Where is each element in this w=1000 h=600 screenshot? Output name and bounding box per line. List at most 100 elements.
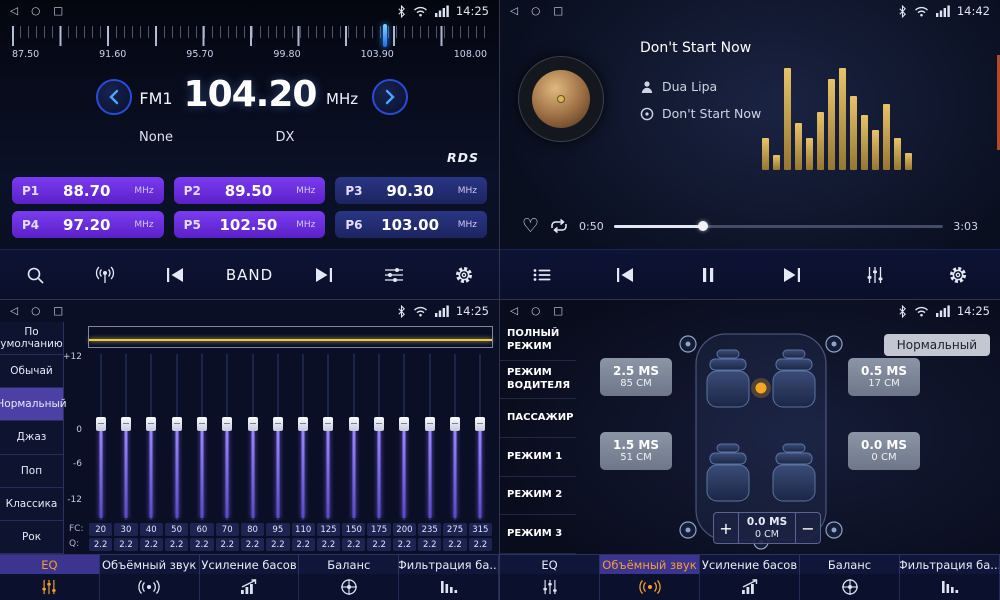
eq-slider-handle[interactable] xyxy=(399,417,409,431)
eq-preset-item[interactable]: Поп xyxy=(0,455,63,488)
recents-icon[interactable]: □ xyxy=(53,5,63,17)
repeat-icon[interactable] xyxy=(549,218,569,234)
filter-tab-icon-cell[interactable] xyxy=(399,574,499,600)
recents-icon[interactable]: □ xyxy=(553,305,563,317)
pause-button[interactable] xyxy=(689,266,727,284)
next-station-button[interactable] xyxy=(305,266,343,284)
radio-preset[interactable]: P4 97.20 MHz xyxy=(12,211,164,238)
eq-band-slider[interactable] xyxy=(266,354,289,520)
surround-mode-item[interactable]: РЕЖИМ 3 xyxy=(500,515,576,554)
eq-slider-handle[interactable] xyxy=(425,417,435,431)
stations-button[interactable] xyxy=(86,265,124,285)
eq-preset-item[interactable]: Джаз xyxy=(0,421,63,454)
eq-preset-item[interactable]: Классика xyxy=(0,488,63,521)
queue-button[interactable] xyxy=(523,268,561,282)
filter-tab-icon-cell[interactable] xyxy=(900,574,1000,600)
back-icon[interactable]: ◁ xyxy=(10,305,18,317)
surround-tab-icon-cell[interactable] xyxy=(600,574,700,600)
surround-mode-item[interactable]: РЕЖИМ 1 xyxy=(500,438,576,477)
eq-band-slider[interactable] xyxy=(418,354,441,520)
frequency-ruler[interactable]: 87.5091.6095.7099.80103.90108.00 xyxy=(12,26,487,62)
audio-tab[interactable]: Объёмный звук xyxy=(100,555,200,574)
mixer-button[interactable] xyxy=(375,267,413,283)
delay-rear-right[interactable]: 0.0 MS 0 CM xyxy=(848,432,920,470)
tune-down-button[interactable] xyxy=(96,79,132,115)
delay-front-right[interactable]: 0.5 MS 17 CM xyxy=(848,358,920,396)
audio-tab[interactable]: Усиление басов xyxy=(700,555,800,574)
home-icon[interactable]: ○ xyxy=(31,305,40,317)
settings-button[interactable] xyxy=(445,265,483,285)
audio-tab[interactable]: EQ xyxy=(0,555,100,574)
eq-band-slider[interactable] xyxy=(190,354,213,520)
eq-tab-icon-cell[interactable] xyxy=(0,574,100,600)
radio-preset[interactable]: P1 88.70 MHz xyxy=(12,177,164,204)
eq-slider-handle[interactable] xyxy=(96,417,106,431)
eq-band-slider[interactable] xyxy=(165,354,188,520)
progress-bar[interactable] xyxy=(614,225,944,228)
eq-band-slider[interactable] xyxy=(241,354,264,520)
eq-slider-handle[interactable] xyxy=(273,417,283,431)
eq-tab-icon-cell[interactable] xyxy=(500,574,600,600)
bass-boost-tab-icon-cell[interactable] xyxy=(200,574,300,600)
search-button[interactable] xyxy=(16,265,54,285)
eq-slider-handle[interactable] xyxy=(349,417,359,431)
audio-tab[interactable]: EQ xyxy=(500,555,600,574)
home-icon[interactable]: ○ xyxy=(531,305,540,317)
eq-slider-handle[interactable] xyxy=(323,417,333,431)
eq-slider-handle[interactable] xyxy=(298,417,308,431)
balance-tab-icon-cell[interactable] xyxy=(800,574,900,600)
mixer-button[interactable] xyxy=(856,266,894,284)
eq-slider-handle[interactable] xyxy=(146,417,156,431)
decrease-delay-button[interactable]: − xyxy=(795,513,820,543)
eq-slider-handle[interactable] xyxy=(475,417,485,431)
previous-station-button[interactable] xyxy=(156,266,194,284)
eq-band-slider[interactable] xyxy=(443,354,466,520)
recents-icon[interactable]: □ xyxy=(53,305,63,317)
eq-band-slider[interactable] xyxy=(89,354,112,520)
balance-tab-icon-cell[interactable] xyxy=(299,574,399,600)
home-icon[interactable]: ○ xyxy=(31,5,40,17)
eq-preset-item[interactable]: По умолчанию xyxy=(0,322,63,355)
eq-band-slider[interactable] xyxy=(367,354,390,520)
delay-front-left[interactable]: 2.5 MS 85 CM xyxy=(600,358,672,396)
audio-tab[interactable]: Фильтрация ба... xyxy=(399,555,499,574)
eq-preset-item[interactable]: Нормальный xyxy=(0,388,63,421)
surround-mode-item[interactable]: РЕЖИМ 2 xyxy=(500,477,576,516)
radio-preset[interactable]: P6 103.00 MHz xyxy=(335,211,487,238)
back-icon[interactable]: ◁ xyxy=(510,305,518,317)
eq-slider-handle[interactable] xyxy=(374,417,384,431)
surround-mode-item[interactable]: ПОЛНЫЙ РЕЖИМ xyxy=(500,322,576,361)
eq-preset-item[interactable]: Рок xyxy=(0,521,63,554)
audio-tab[interactable]: Баланс xyxy=(800,555,900,574)
increase-delay-button[interactable]: + xyxy=(714,513,739,543)
eq-slider-handle[interactable] xyxy=(222,417,232,431)
eq-slider-handle[interactable] xyxy=(121,417,131,431)
previous-track-button[interactable] xyxy=(606,266,644,284)
eq-band-slider[interactable] xyxy=(292,354,315,520)
back-icon[interactable]: ◁ xyxy=(10,5,18,17)
eq-band-slider[interactable] xyxy=(393,354,416,520)
surround-tab-icon-cell[interactable] xyxy=(100,574,200,600)
band-button[interactable]: BAND xyxy=(226,266,273,284)
eq-band-slider[interactable] xyxy=(216,354,239,520)
eq-band-slider[interactable] xyxy=(114,354,137,520)
home-icon[interactable]: ○ xyxy=(531,5,540,17)
eq-slider-handle[interactable] xyxy=(248,417,258,431)
recents-icon[interactable]: □ xyxy=(553,5,563,17)
favorite-icon[interactable]: ♡ xyxy=(522,217,539,236)
bass-boost-tab-icon-cell[interactable] xyxy=(700,574,800,600)
surround-mode-item[interactable]: ПАССАЖИР xyxy=(500,399,576,438)
eq-band-slider[interactable] xyxy=(140,354,163,520)
eq-preset-item[interactable]: Обычай xyxy=(0,355,63,388)
eq-band-slider[interactable] xyxy=(317,354,340,520)
radio-preset[interactable]: P2 89.50 MHz xyxy=(174,177,326,204)
next-track-button[interactable] xyxy=(773,266,811,284)
eq-slider-handle[interactable] xyxy=(172,417,182,431)
eq-band-slider[interactable] xyxy=(342,354,365,520)
audio-tab[interactable]: Баланс xyxy=(299,555,399,574)
audio-tab[interactable]: Объёмный звук xyxy=(600,555,700,574)
delay-rear-left[interactable]: 1.5 MS 51 CM xyxy=(600,432,672,470)
progress-knob[interactable] xyxy=(698,221,708,231)
eq-slider-handle[interactable] xyxy=(450,417,460,431)
eq-slider-handle[interactable] xyxy=(197,417,207,431)
